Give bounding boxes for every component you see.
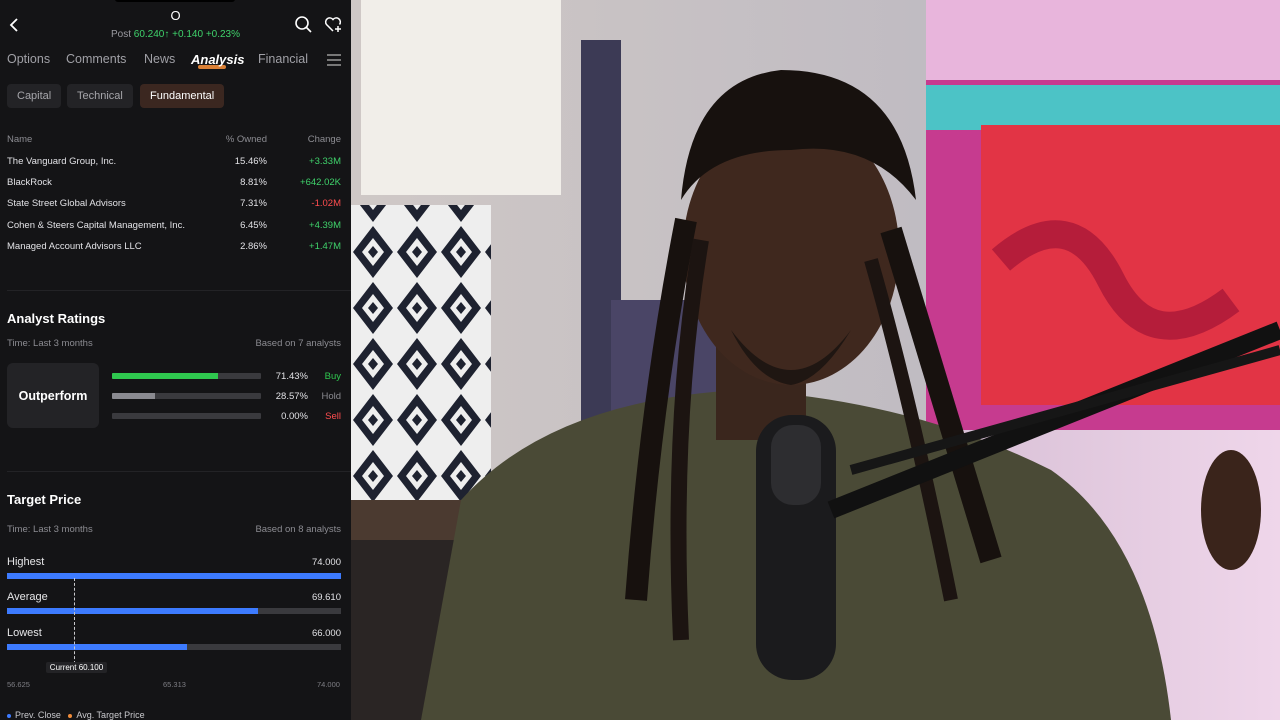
holder-owned: 8.81% — [240, 177, 267, 188]
holder-owned: 6.45% — [240, 220, 267, 231]
rating-bar-fill — [112, 393, 155, 399]
tab-comments[interactable]: Comments — [66, 52, 126, 66]
holder-change: +1.47M — [309, 241, 341, 252]
target-bar-lowest — [7, 644, 341, 650]
axis-tick: 65.313 — [163, 680, 186, 689]
legend-dot-avg-target — [68, 713, 73, 718]
presenter-scene-illustration — [351, 0, 1280, 720]
legend-prev-close: Prev. Close — [15, 710, 61, 720]
subtab-capital[interactable]: Capital — [7, 84, 62, 108]
holder-change: +3.33M — [309, 156, 341, 167]
holder-name[interactable]: State Street Global Advisors — [7, 198, 126, 209]
analysis-tabs: Options Comments News Analysis Financial — [7, 52, 351, 74]
post-label: Post — [110, 29, 131, 40]
axis-tick: 56.625 — [7, 680, 30, 689]
target-price-count: Based on 8 analysts — [255, 524, 341, 535]
target-price-title: Target Price — [7, 492, 82, 507]
holder-owned: 15.46% — [234, 156, 267, 167]
tab-news[interactable]: News — [144, 52, 175, 66]
subtab-technical[interactable]: Technical — [67, 84, 133, 108]
menu-icon[interactable] — [327, 54, 341, 66]
axis-tick: 74.000 — [317, 680, 340, 689]
target-price-time: Time: Last 3 months — [7, 524, 93, 535]
target-row-label: Lowest — [7, 627, 42, 639]
search-icon[interactable] — [293, 14, 313, 34]
rating-pct: 71.43% — [275, 371, 308, 382]
target-row-value: 74.000 — [311, 557, 341, 568]
current-price-label: Current 60.100 — [45, 662, 108, 673]
rating-bar-fill — [112, 373, 219, 379]
rating-label: Sell — [325, 411, 341, 422]
post-change: +0.140 — [172, 29, 204, 40]
target-bar-fill — [7, 608, 258, 614]
current-price-marker — [73, 578, 75, 664]
column-header-owned: % Owned — [225, 134, 267, 145]
stock-app-panel: O Post 60.240↑ +0.140 +0.23% Options Com… — [0, 0, 351, 720]
target-legend: Prev. Close Avg. Target Price — [7, 710, 145, 720]
column-header-change: Change — [307, 134, 341, 145]
tab-financial[interactable]: Financial — [258, 52, 308, 66]
tab-analysis[interactable]: Analysis — [191, 52, 244, 67]
up-arrow-icon: ↑ — [164, 29, 170, 40]
target-row-value: 66.000 — [311, 628, 341, 639]
consensus-badge: Outperform — [7, 363, 99, 428]
legend-avg-target: Avg. Target Price — [76, 710, 145, 720]
holder-name[interactable]: BlackRock — [7, 177, 52, 188]
target-row-value: 69.610 — [311, 592, 341, 603]
target-row-label: Highest — [7, 556, 45, 568]
target-bar-fill — [7, 644, 188, 650]
analyst-ratings-count: Based on 7 analysts — [255, 338, 341, 349]
device-notch — [115, 0, 235, 2]
target-bar-highest — [7, 573, 341, 579]
rating-pct: 0.00% — [281, 411, 308, 422]
rating-bar-hold — [112, 393, 261, 399]
holder-owned: 2.86% — [240, 241, 267, 252]
holder-change: +642.02K — [300, 177, 341, 188]
holder-change: -1.02M — [311, 198, 341, 209]
holder-name[interactable]: The Vanguard Group, Inc. — [7, 156, 116, 167]
watchlist-heart-icon[interactable] — [323, 14, 343, 34]
rating-label: Buy — [324, 371, 341, 382]
target-bar-average — [7, 608, 341, 614]
section-divider — [7, 290, 351, 291]
section-divider — [7, 471, 351, 472]
rating-bar-buy — [112, 373, 261, 379]
rating-bar-sell — [112, 413, 261, 419]
analyst-ratings-time: Time: Last 3 months — [7, 338, 93, 349]
target-bar-fill — [7, 573, 341, 579]
holder-change: +4.39M — [309, 220, 341, 231]
analyst-ratings-title: Analyst Ratings — [7, 311, 106, 326]
holder-owned: 7.31% — [240, 198, 267, 209]
legend-dot-prev-close — [7, 713, 11, 718]
subtab-fundamental[interactable]: Fundamental — [140, 84, 225, 108]
post-change-pct: +0.23% — [205, 29, 241, 40]
video-frame — [351, 0, 1280, 720]
tab-options[interactable]: Options — [7, 52, 50, 66]
holder-name[interactable]: Cohen & Steers Capital Management, Inc. — [7, 220, 185, 231]
target-row-label: Average — [7, 591, 48, 603]
holder-name[interactable]: Managed Account Advisors LLC — [7, 241, 142, 252]
rating-label: Hold — [321, 391, 341, 402]
column-header-name: Name — [7, 134, 33, 145]
post-price: 60.240 — [133, 29, 165, 40]
rating-pct: 28.57% — [275, 391, 308, 402]
